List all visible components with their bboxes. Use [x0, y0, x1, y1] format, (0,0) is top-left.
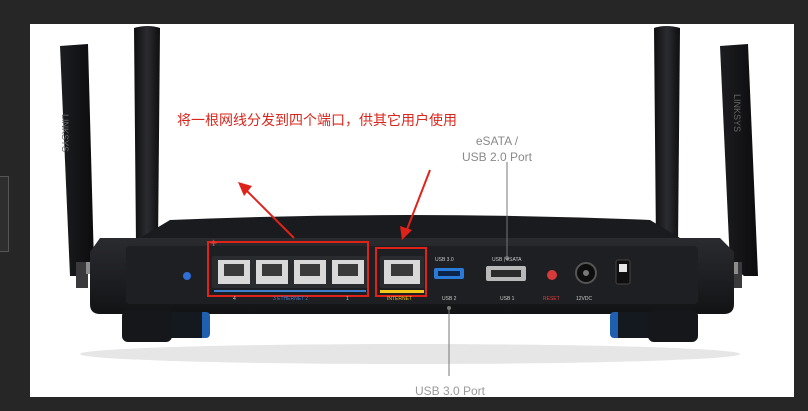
- reset-button: [547, 270, 557, 280]
- label-reset: RESET: [543, 296, 560, 302]
- router-top-ridge: [140, 215, 680, 238]
- window-bottom-bar: [0, 397, 808, 411]
- left-round-antenna: [130, 26, 164, 258]
- internet-port: [380, 256, 424, 293]
- wps-led: [183, 272, 191, 280]
- label-port-4: 4: [233, 296, 236, 302]
- router-photo: LINKSYS LINKSYS 将一根网线分发到四个端口，供其它用户使用 + e…: [30, 24, 794, 397]
- usb30-callout-label: USB 3.0 Port: [414, 384, 486, 397]
- right-panel-edge: [794, 0, 808, 411]
- left-panel-edge: [0, 0, 30, 411]
- esata-callout-label: eSATA / USB 2.0 Port: [442, 133, 552, 165]
- side-collapse-tab[interactable]: [0, 176, 9, 252]
- esata-callout-line1: eSATA /: [475, 134, 519, 148]
- right-antenna-brand: LINKSYS: [732, 94, 742, 133]
- label-port-1: 1: [346, 296, 349, 302]
- left-flat-antenna: [60, 44, 94, 288]
- left-antenna-brand: LINKSYS: [60, 114, 70, 153]
- ethernet-ports: [212, 256, 368, 292]
- label-usb30-top: USB 3.0: [435, 257, 454, 263]
- label-power: 12VDC: [576, 296, 593, 302]
- label-usb2: USB 2: [442, 296, 457, 302]
- plus-marker: +: [210, 236, 218, 250]
- router-illustration: [60, 26, 758, 376]
- label-internet: INTERNET: [387, 296, 412, 302]
- floor-shadow: [80, 344, 740, 364]
- esata-callout-line2: USB 2.0 Port: [461, 150, 533, 164]
- label-usb-esata-top: USB | eSATA: [492, 257, 522, 263]
- annotation-text: 将一根网线分发到四个端口，供其它用户使用: [177, 113, 457, 129]
- window-top-bar: [0, 0, 808, 24]
- label-ethernet: 3 ETHERNET 2: [273, 296, 309, 302]
- label-usb1: USB 1: [500, 296, 515, 302]
